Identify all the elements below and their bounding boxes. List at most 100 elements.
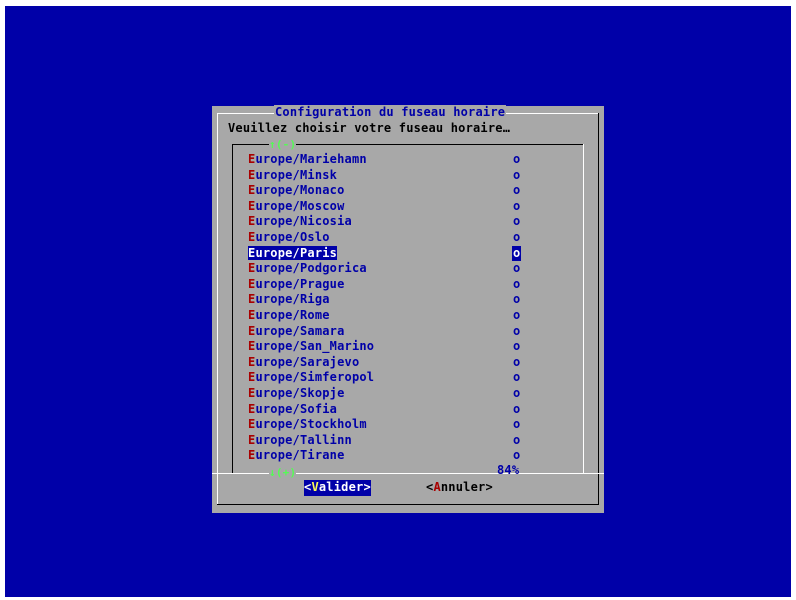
timezone-name: Europe/Podgorica bbox=[248, 261, 367, 275]
timezone-list-item[interactable]: Europe/Skopje o bbox=[248, 386, 542, 402]
timezone-name: Europe/Nicosia bbox=[248, 214, 352, 228]
scroll-up-indicator[interactable]: ↑(-) bbox=[269, 137, 297, 153]
valider-button[interactable]: <Valider> bbox=[304, 480, 371, 496]
timezone-list-item[interactable]: Europe/Podgorica o bbox=[248, 261, 542, 277]
timezone-list-item[interactable]: Europe/Samara o bbox=[248, 324, 542, 340]
timezone-label: urope/Rome bbox=[255, 308, 330, 322]
timezone-label: urope/Samara bbox=[255, 323, 345, 338]
timezone-label: urope/Paris bbox=[255, 245, 338, 260]
radio-marker[interactable]: o bbox=[512, 245, 522, 262]
timezone-name: Europe/Oslo bbox=[248, 230, 330, 244]
terminal-background: Configuration du fuseau horaire Veuillez… bbox=[5, 6, 791, 597]
dialog-frame-bottom bbox=[217, 504, 599, 505]
radio-marker[interactable]: o bbox=[513, 261, 520, 277]
radio-marker[interactable]: o bbox=[513, 402, 520, 418]
radio-marker[interactable]: o bbox=[513, 339, 520, 355]
button-label: nnuler bbox=[440, 480, 486, 494]
radio-marker[interactable]: o bbox=[513, 168, 520, 184]
timezone-name: Europe/Sarajevo bbox=[248, 355, 359, 369]
timezone-list-item[interactable]: Europe/Minsk o bbox=[248, 168, 542, 184]
timezone-label: urope/San_Marino bbox=[255, 339, 375, 354]
timezone-name: Europe/Moscow bbox=[248, 199, 345, 213]
timezone-name: Europe/Paris bbox=[248, 245, 338, 260]
timezone-label: urope/Monaco bbox=[255, 183, 345, 198]
timezone-label: urope/Prague bbox=[255, 276, 345, 291]
timezone-label: urope/Nicosia bbox=[255, 214, 352, 229]
dialog-frame-left bbox=[217, 113, 218, 505]
timezone-label: urope/Simferopol bbox=[255, 370, 375, 385]
timezone-list-item[interactable]: Europe/Moscow o bbox=[248, 199, 542, 215]
button-hotkey: A bbox=[433, 480, 441, 494]
button-label: alider bbox=[318, 480, 364, 494]
radio-marker[interactable]: o bbox=[513, 355, 520, 371]
timezone-list-item[interactable]: Europe/Oslo o bbox=[248, 230, 542, 246]
radio-marker[interactable]: o bbox=[513, 183, 520, 199]
radio-marker[interactable]: o bbox=[513, 308, 520, 324]
timezone-name: Europe/Stockholm bbox=[248, 417, 367, 431]
timezone-label: urope/Mariehamn bbox=[255, 152, 367, 166]
timezone-list-item[interactable]: Europe/San_Marino o bbox=[248, 339, 542, 355]
timezone-name: Europe/Rome bbox=[248, 308, 330, 322]
timezone-label: urope/Moscow bbox=[255, 198, 345, 213]
scroll-down-indicator[interactable]: ↓(+) bbox=[269, 465, 297, 481]
timezone-label: urope/Skopje bbox=[255, 386, 345, 400]
dialog-prompt: Veuillez choisir votre fuseau horaire… bbox=[228, 121, 511, 135]
timezone-label: urope/Minsk bbox=[255, 167, 338, 182]
timezone-name: Europe/Mariehamn bbox=[248, 152, 367, 166]
radio-marker[interactable]: o bbox=[513, 433, 520, 449]
timezone-label: urope/Stockholm bbox=[255, 417, 367, 432]
timezone-list-item[interactable]: Europe/Simferopol o bbox=[248, 370, 542, 386]
timezone-name: Europe/Riga bbox=[248, 292, 330, 306]
radio-marker[interactable]: o bbox=[513, 230, 520, 246]
radio-marker[interactable]: o bbox=[513, 370, 520, 386]
timezone-label: urope/Podgorica bbox=[255, 261, 367, 276]
timezone-label: urope/Riga bbox=[255, 292, 330, 307]
timezone-list-item[interactable]: Europe/Nicosia o bbox=[248, 214, 542, 230]
timezone-name: Europe/Skopje bbox=[248, 386, 345, 400]
radio-marker[interactable]: o bbox=[513, 386, 520, 402]
button-hotkey: V bbox=[311, 480, 319, 494]
timezone-list-item[interactable]: Europe/Monaco o bbox=[248, 183, 542, 199]
radio-marker[interactable]: o bbox=[513, 324, 520, 340]
radio-marker[interactable]: o bbox=[513, 417, 520, 433]
timezone-list-item[interactable]: Europe/Prague o bbox=[248, 277, 542, 293]
timezone-list-item[interactable]: Europe/Rome o bbox=[248, 308, 542, 324]
radio-marker[interactable]: o bbox=[513, 214, 520, 230]
radio-marker[interactable]: o bbox=[513, 448, 520, 464]
timezone-name: Europe/Minsk bbox=[248, 168, 337, 182]
timezone-label: urope/Sarajevo bbox=[255, 354, 360, 369]
timezone-list-item[interactable]: Europe/Sofia o bbox=[248, 402, 542, 418]
timezone-list-item[interactable]: Europe/Mariehamn o bbox=[248, 152, 542, 168]
timezone-list-item[interactable]: Europe/Stockholm o bbox=[248, 417, 542, 433]
timezone-list-item[interactable]: Europe/Tirane o bbox=[248, 448, 542, 464]
radio-marker[interactable]: o bbox=[513, 277, 520, 293]
timezone-name: Europe/San_Marino bbox=[248, 339, 374, 353]
button-bracket: > bbox=[485, 480, 493, 494]
timezone-list-item[interactable]: Europe/Paris o bbox=[248, 245, 542, 262]
scroll-percent: 84% bbox=[497, 463, 520, 477]
dialog-title: Configuration du fuseau horaire bbox=[274, 105, 507, 121]
timezone-name: Europe/Prague bbox=[248, 277, 345, 291]
timezone-list-item[interactable]: Europe/Sarajevo o bbox=[248, 355, 542, 371]
radio-marker[interactable]: o bbox=[513, 152, 520, 168]
timezone-dialog: Configuration du fuseau horaire Veuillez… bbox=[212, 105, 604, 513]
timezone-name: Europe/Samara bbox=[248, 324, 345, 338]
timezone-name: Europe/Tallinn bbox=[248, 433, 352, 447]
timezone-label: urope/Oslo bbox=[255, 230, 330, 244]
button-bracket: > bbox=[363, 480, 371, 494]
radio-marker[interactable]: o bbox=[513, 199, 520, 215]
dialog-frame-right bbox=[598, 113, 599, 505]
timezone-list-item[interactable]: Europe/Riga o bbox=[248, 292, 542, 308]
radio-marker[interactable]: o bbox=[513, 292, 520, 308]
timezone-label: urope/Tirane bbox=[255, 448, 345, 463]
timezone-name: Europe/Simferopol bbox=[248, 370, 374, 384]
list-frame-left bbox=[232, 144, 233, 474]
timezone-name: Europe/Tirane bbox=[248, 448, 345, 462]
annuler-button[interactable]: <Annuler> bbox=[426, 480, 493, 496]
timezone-list-item[interactable]: Europe/Tallinn o bbox=[248, 433, 542, 449]
timezone-label: urope/Tallinn bbox=[255, 432, 352, 447]
timezone-name: Europe/Monaco bbox=[248, 183, 345, 197]
timezone-label: urope/Sofia bbox=[255, 401, 338, 416]
timezone-name: Europe/Sofia bbox=[248, 402, 337, 416]
list-frame-right bbox=[583, 144, 584, 474]
